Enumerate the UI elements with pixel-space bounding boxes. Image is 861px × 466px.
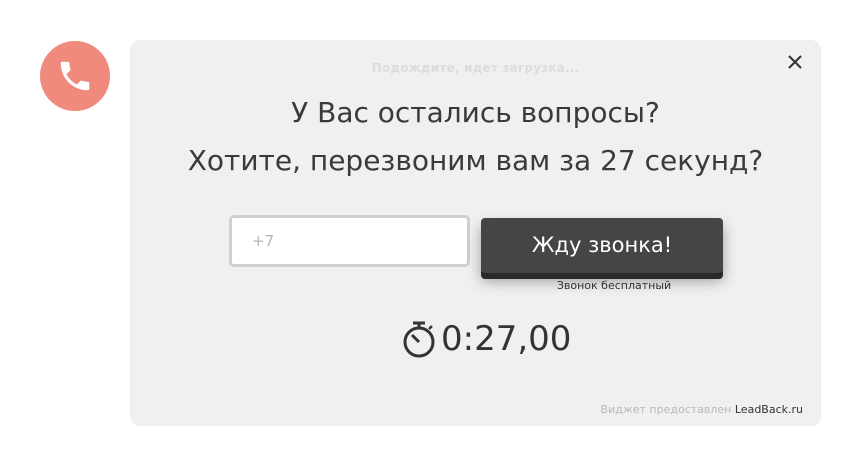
- close-button[interactable]: [785, 52, 805, 72]
- phone-input[interactable]: [229, 215, 470, 267]
- timer-value: 0:27,00: [441, 319, 572, 359]
- callback-panel: Подождите, идет загрузка... У Вас остали…: [130, 40, 821, 426]
- request-call-button[interactable]: Жду звонка!: [481, 218, 723, 273]
- close-icon: [788, 55, 802, 69]
- phone-icon: [60, 61, 90, 91]
- widget-credit: Виджет предоставлен LeadBack.ru: [601, 403, 803, 416]
- countdown-timer: 0:27,00: [401, 316, 571, 362]
- call-widget-button[interactable]: [40, 41, 110, 111]
- credit-text: Виджет предоставлен: [600, 403, 732, 416]
- headline-question: У Вас остались вопросы?: [291, 96, 660, 129]
- headline-offer: Хотите, перезвоним вам за 27 секунд?: [187, 144, 764, 177]
- loading-status: Подождите, идет загрузка...: [371, 61, 580, 75]
- stopwatch-icon: [403, 321, 435, 358]
- free-call-note: Звонок бесплатный: [556, 279, 672, 292]
- credit-link[interactable]: LeadBack.ru: [735, 403, 803, 416]
